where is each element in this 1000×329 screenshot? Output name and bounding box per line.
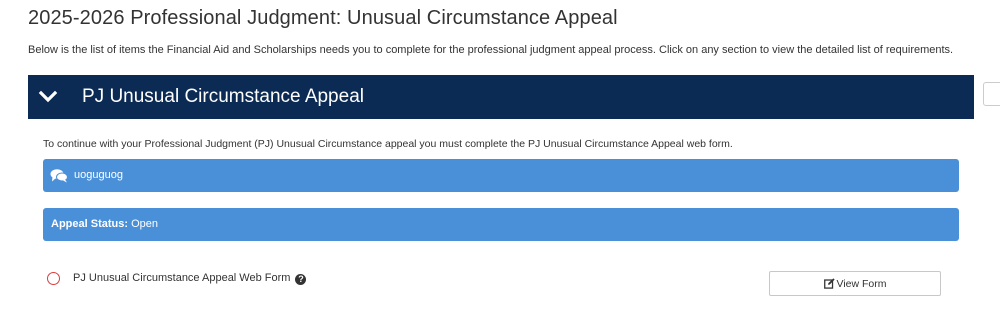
appeal-status-value: Open (131, 218, 158, 230)
question-circle-icon[interactable]: ? (295, 274, 307, 285)
section-header-pj-appeal[interactable]: PJ Unusual Circumstance Appeal (28, 75, 974, 119)
appeal-status-label: Appeal Status: (51, 218, 129, 230)
section-title: PJ Unusual Circumstance Appeal (82, 86, 364, 107)
appeal-status-bar: Appeal Status: Open (43, 208, 959, 241)
side-panel-toggle[interactable] (983, 82, 1000, 106)
comments-icon (50, 168, 68, 183)
message-bar: uoguguog (43, 159, 959, 192)
page-title: 2025-2026 Professional Judgment: Unusual… (28, 7, 618, 29)
message-text: uoguguog (74, 169, 123, 181)
page-intro: Below is the list of items the Financial… (28, 44, 954, 56)
edit-icon (823, 278, 835, 289)
section-instructions: To continue with your Professional Judgm… (43, 138, 733, 150)
view-form-button[interactable]: View Form (769, 271, 941, 296)
view-form-label: View Form (836, 277, 887, 290)
incomplete-circle-icon (47, 272, 60, 285)
requirement-label: PJ Unusual Circumstance Appeal Web Form (73, 272, 291, 284)
chevron-down-icon[interactable] (38, 87, 58, 107)
